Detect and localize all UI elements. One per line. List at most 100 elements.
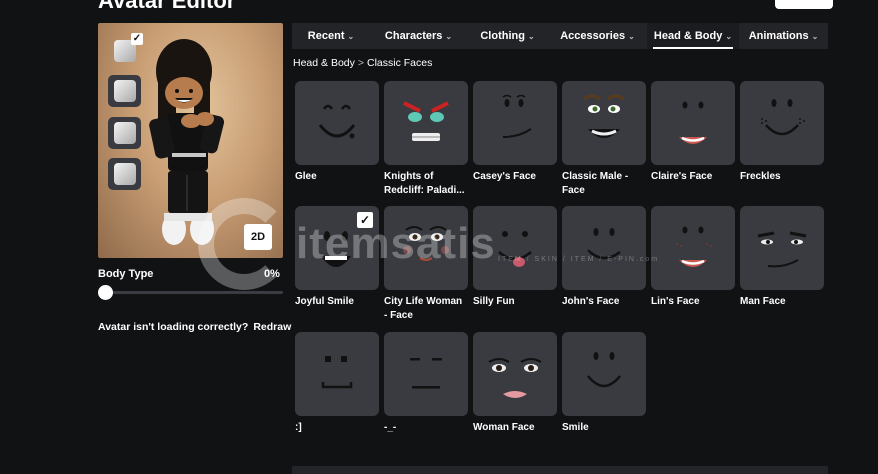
face-thumbnail[interactable] — [473, 332, 557, 416]
face-name: -_- — [384, 422, 397, 433]
redraw-notice-text: Avatar isn't loading correctly? — [98, 321, 249, 333]
breadcrumb-parent[interactable]: Head & Body — [293, 57, 355, 69]
body-type-slider-thumb[interactable] — [98, 285, 113, 300]
face-name: Joyful Smile — [295, 296, 354, 307]
toggle-2d-button[interactable]: 2D — [244, 224, 272, 250]
face-name: City Life Woman - Face — [384, 296, 463, 321]
chevron-down-icon: ⌄ — [811, 31, 819, 41]
tab-characters[interactable]: Characters ⌄ — [370, 23, 467, 49]
man-face-icon — [757, 231, 807, 268]
face-thumbnail[interactable] — [384, 206, 468, 290]
face-thumbnail[interactable] — [562, 206, 646, 290]
page-title: Avatar Editor — [98, 0, 236, 13]
face-name: Claire's Face — [651, 171, 713, 182]
chevron-down-icon: ⌄ — [445, 31, 453, 41]
face-name: Classic Male - Face — [562, 171, 629, 196]
face-thumbnail[interactable] — [473, 206, 557, 290]
face-thumbnail[interactable] — [384, 332, 468, 416]
face-card-colon-bracket[interactable]: :] — [295, 332, 379, 435]
tab-label: Head & Body — [653, 30, 723, 42]
face-thumbnail[interactable] — [295, 81, 379, 165]
face-name: Casey's Face — [473, 171, 536, 182]
tab-head-and-body[interactable]: Head & Body ⌄ — [647, 23, 739, 49]
face-card-lins-face[interactable]: Lin's Face — [651, 206, 735, 309]
breadcrumb-separator: > — [357, 57, 365, 69]
face-card-silly-fun[interactable]: Silly Fun — [473, 206, 557, 309]
smile-face-icon — [587, 352, 621, 388]
breadcrumb: Head & Body > Classic Faces — [293, 57, 432, 69]
face-card-man-face[interactable]: Man Face — [740, 206, 824, 309]
freckles-face-icon — [761, 99, 805, 136]
tab-animations[interactable]: Animations ⌄ — [739, 23, 828, 49]
silly-fun-face-icon — [498, 231, 532, 267]
face-name: Woman Face — [473, 422, 535, 433]
face-name: Lin's Face — [651, 296, 700, 307]
face-thumbnail[interactable] — [740, 81, 824, 165]
face-name: Silly Fun — [473, 296, 515, 307]
face-thumbnail[interactable] — [295, 332, 379, 416]
tab-label: Accessories — [560, 30, 626, 42]
redraw-notice: Avatar isn't loading correctly? Redraw — [98, 321, 291, 333]
chevron-down-icon: ⌄ — [527, 31, 535, 41]
face-card-dash-underscore[interactable]: -_- — [384, 332, 468, 435]
bottom-panel-edge — [292, 466, 828, 474]
face-name: Smile — [562, 422, 589, 433]
johns-face-icon — [587, 228, 621, 260]
face-name: :] — [295, 422, 302, 433]
face-thumbnail[interactable] — [562, 332, 646, 416]
tab-label: Characters — [384, 30, 443, 42]
face-thumbnail[interactable] — [740, 206, 824, 290]
tab-accessories[interactable]: Accessories ⌄ — [548, 23, 647, 49]
dash-underscore-face-icon — [410, 358, 442, 389]
knights-of-redcliff-face-icon — [403, 101, 449, 141]
woman-face-icon — [488, 358, 542, 398]
tab-clothing[interactable]: Clothing ⌄ — [467, 23, 548, 49]
claires-face-icon — [679, 101, 707, 144]
face-card-classic-male[interactable]: Classic Male - Face — [562, 81, 646, 198]
chevron-down-icon: ⌄ — [347, 31, 355, 41]
face-card-city-life-woman[interactable]: City Life Woman - Face — [384, 206, 468, 323]
face-thumbnail[interactable] — [651, 81, 735, 165]
breadcrumb-current: Classic Faces — [367, 57, 433, 69]
face-card-joyful-smile[interactable]: ✓ Joyful Smile — [295, 206, 379, 309]
classic-male-face-icon — [583, 94, 625, 138]
face-name: Man Face — [740, 296, 786, 307]
selected-checkmark-icon: ✓ — [357, 212, 373, 228]
tab-label: Clothing — [480, 30, 525, 42]
face-name: Freckles — [740, 171, 781, 182]
face-card-caseys-face[interactable]: Casey's Face — [473, 81, 557, 184]
face-card-smile[interactable]: Smile — [562, 332, 646, 435]
avatar-preview[interactable]: ✓ 2D — [98, 23, 283, 258]
body-type-label: Body Type — [98, 268, 154, 280]
face-thumbnail[interactable] — [473, 81, 557, 165]
colon-bracket-face-icon — [321, 356, 353, 389]
face-card-glee[interactable]: Glee — [295, 81, 379, 184]
avatar-figure — [149, 39, 225, 245]
city-life-woman-face-icon — [403, 226, 449, 261]
redraw-link[interactable]: Redraw — [253, 321, 291, 333]
face-card-woman-face[interactable]: Woman Face — [473, 332, 557, 435]
face-card-johns-face[interactable]: John's Face — [562, 206, 646, 309]
glee-face-icon — [318, 104, 356, 139]
body-type-value: 0% — [264, 268, 280, 280]
caseys-face-icon — [502, 94, 532, 138]
lins-face-icon — [676, 226, 712, 267]
face-card-knights-of-redcliff[interactable]: Knights of Redcliff: Paladi... — [384, 81, 468, 198]
body-type-slider-track[interactable] — [98, 291, 283, 294]
face-thumbnail[interactable]: ✓ — [295, 206, 379, 290]
chevron-down-icon: ⌄ — [628, 31, 635, 41]
tab-label: Recent — [307, 30, 345, 42]
tab-label: Animations — [748, 30, 809, 42]
chevron-down-icon: ⌄ — [725, 31, 733, 41]
category-tabs: Recent ⌄ Characters ⌄ Clothing ⌄ Accessorie… — [292, 23, 828, 49]
face-thumbnail[interactable] — [384, 81, 468, 165]
face-name: John's Face — [562, 296, 620, 307]
face-card-claires-face[interactable]: Claire's Face — [651, 81, 735, 184]
top-right-button[interactable] — [775, 0, 833, 9]
face-name: Knights of Redcliff: Paladi... — [384, 171, 465, 196]
face-card-freckles[interactable]: Freckles — [740, 81, 824, 184]
face-name: Glee — [295, 171, 317, 182]
face-thumbnail[interactable] — [562, 81, 646, 165]
face-thumbnail[interactable] — [651, 206, 735, 290]
tab-recent[interactable]: Recent ⌄ — [292, 23, 370, 49]
